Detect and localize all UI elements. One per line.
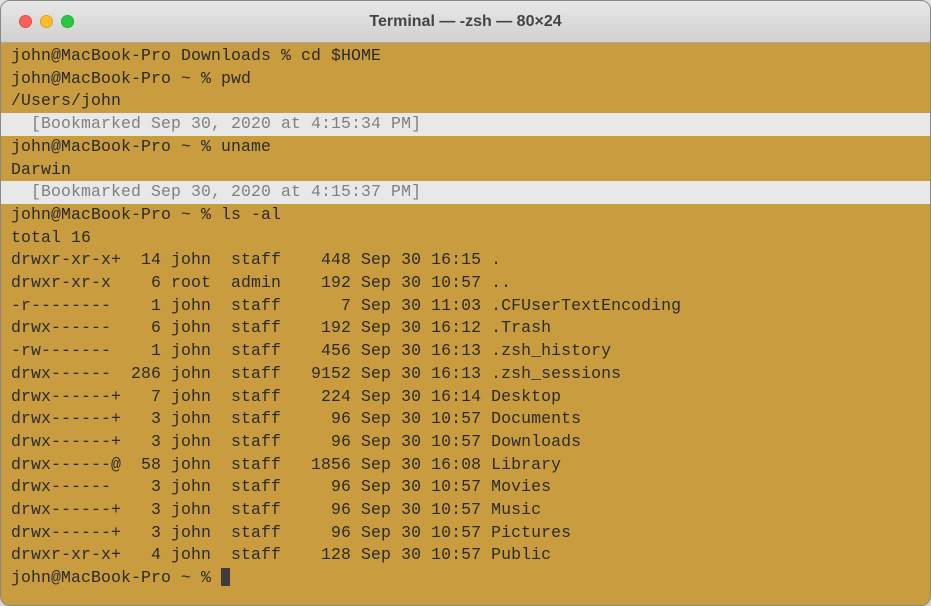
terminal-window: Terminal — -zsh — 80×24 john@MacBook-Pro…: [0, 0, 931, 606]
output-line: john@MacBook-Pro Downloads % cd $HOME: [1, 45, 930, 68]
window-title: Terminal — -zsh — 80×24: [1, 13, 930, 31]
output-line: drwx------ 286 john staff 9152 Sep 30 16…: [1, 363, 930, 386]
bookmark-line: [Bookmarked Sep 30, 2020 at 4:15:37 PM]: [1, 181, 930, 204]
output-line: drwxr-xr-x 6 root admin 192 Sep 30 10:57…: [1, 272, 930, 295]
output-line: john@MacBook-Pro ~ % ls -al: [1, 204, 930, 227]
maximize-button[interactable]: [61, 15, 74, 28]
output-line: drwx------+ 3 john staff 96 Sep 30 10:57…: [1, 408, 930, 431]
output-line: drwx------+ 3 john staff 96 Sep 30 10:57…: [1, 499, 930, 522]
output-line: /Users/john: [1, 90, 930, 113]
cursor: [221, 568, 230, 586]
output-line: Darwin: [1, 159, 930, 182]
prompt-line: john@MacBook-Pro ~ %: [1, 567, 930, 590]
minimize-button[interactable]: [40, 15, 53, 28]
output-line: drwxr-xr-x+ 14 john staff 448 Sep 30 16:…: [1, 249, 930, 272]
output-line: drwx------@ 58 john staff 1856 Sep 30 16…: [1, 454, 930, 477]
output-line: drwx------+ 3 john staff 96 Sep 30 10:57…: [1, 522, 930, 545]
output-line: john@MacBook-Pro ~ % uname: [1, 136, 930, 159]
output-line: drwx------ 3 john staff 96 Sep 30 10:57 …: [1, 476, 930, 499]
output-line: total 16: [1, 227, 930, 250]
output-line: drwx------+ 7 john staff 224 Sep 30 16:1…: [1, 386, 930, 409]
close-button[interactable]: [19, 15, 32, 28]
output-line: drwx------+ 3 john staff 96 Sep 30 10:57…: [1, 431, 930, 454]
bookmark-line: [Bookmarked Sep 30, 2020 at 4:15:34 PM]: [1, 113, 930, 136]
output-line: drwxr-xr-x+ 4 john staff 128 Sep 30 10:5…: [1, 544, 930, 567]
window-titlebar: Terminal — -zsh — 80×24: [1, 1, 930, 43]
terminal-content[interactable]: john@MacBook-Pro Downloads % cd $HOMEjoh…: [1, 43, 930, 590]
output-line: drwx------ 6 john staff 192 Sep 30 16:12…: [1, 317, 930, 340]
traffic-lights: [1, 15, 74, 28]
output-line: john@MacBook-Pro ~ % pwd: [1, 68, 930, 91]
output-line: -r-------- 1 john staff 7 Sep 30 11:03 .…: [1, 295, 930, 318]
output-line: -rw------- 1 john staff 456 Sep 30 16:13…: [1, 340, 930, 363]
